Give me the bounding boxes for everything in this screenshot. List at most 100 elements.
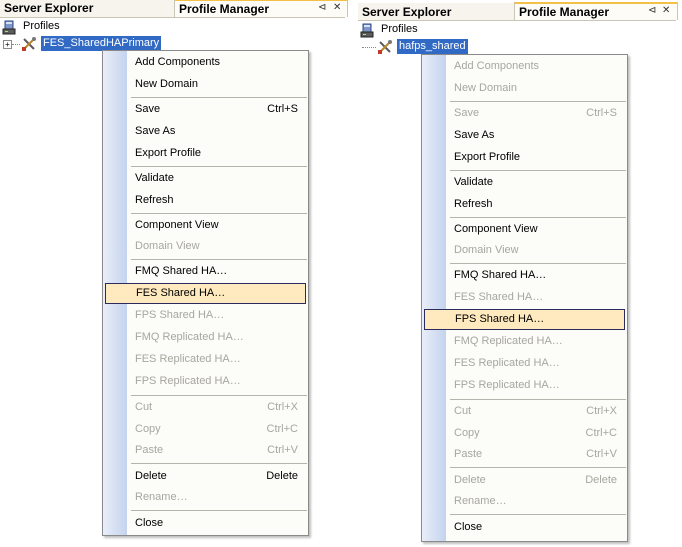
menu-item-label: Save [454,107,480,119]
menu-item-rename: Rename… [423,491,626,511]
menu-item-label: Add Components [135,56,220,68]
menu-separator [450,217,626,218]
menu-separator [450,467,626,468]
menu-shortcut: Ctrl+X [586,405,617,417]
menu-separator [450,399,626,400]
menu-item-component-view[interactable]: Component View [104,215,307,235]
tree-profile-label[interactable]: FES_SharedHAPrimary [41,36,162,51]
tree-root-row[interactable]: Profiles [360,22,560,38]
tree-root-row[interactable]: Profiles [2,19,202,35]
menu-item-label: Save As [454,129,495,141]
menu-item-label: Delete [454,474,486,486]
menu-item-fes-shared-ha[interactable]: FES Shared HA… [105,283,306,304]
menu-item-label: Close [135,517,164,529]
menu-separator [131,259,307,260]
menu-item-label: Domain View [135,240,200,252]
menu-item-refresh[interactable]: Refresh [423,194,626,214]
menu-item-label: New Domain [135,78,198,90]
expand-icon[interactable]: + [3,40,12,49]
menu-item-close[interactable]: Close [423,517,626,537]
menu-shortcut: Ctrl+C [266,423,298,435]
menu-item-validate[interactable]: Validate [104,168,307,188]
menu-item-label: Paste [454,448,483,460]
menu-item-label: Delete [135,470,167,482]
menu-item-label: Save [135,103,161,115]
menu-item-label: FES Replicated HA… [135,353,241,365]
menu-shortcut: Delete [585,474,617,486]
menu-item-label: Rename… [454,495,507,507]
menu-separator [450,101,626,102]
pin-icon[interactable]: ⊲ [318,1,326,15]
tree-profile-row[interactable]: hafps_shared [360,39,560,55]
menu-item-save-as[interactable]: Save As [104,121,307,141]
menu-item-fes-shared-ha: FES Shared HA… [423,287,626,307]
tab-server-explorer[interactable]: Server Explorer [0,0,172,16]
menu-item-fps-shared-ha[interactable]: FPS Shared HA… [424,309,625,330]
context-menu: Add Components New Domain Save Ctrl+S Sav… [102,50,309,536]
menu-separator [131,395,307,396]
menu-item-fes-replicated-ha: FES Replicated HA… [423,353,626,373]
close-icon[interactable]: ✕ [662,4,670,18]
menu-item-label: Copy [135,423,161,435]
menu-separator [131,97,307,98]
menu-item-export-profile[interactable]: Export Profile [104,143,307,163]
tree-root-label: Profiles [381,23,418,35]
menu-item-fmq-shared-ha[interactable]: FMQ Shared HA… [104,261,307,281]
menu-item-label: FPS Replicated HA… [454,379,560,391]
menu-item-export-profile[interactable]: Export Profile [423,147,626,167]
tools-icon [378,40,392,54]
tab-bar: Server Explorer Profile Manager ⊲ ✕ [0,0,348,18]
menu-item-domain-view: Domain View [423,240,626,260]
menu-item-label: Save As [135,125,176,137]
menu-item-label: Validate [454,176,493,188]
menu-item-label: Export Profile [135,147,202,159]
menu-shortcut: Ctrl+S [267,103,298,115]
menu-item-label: Cut [135,401,153,413]
menu-item-new-domain[interactable]: New Domain [104,74,307,94]
menu-item-label: Close [454,521,483,533]
menu-item-add-components[interactable]: Add Components [104,52,307,72]
menu-item-cut: Cut Ctrl+X [423,401,626,421]
menu-item-label: Component View [135,219,219,231]
close-icon[interactable]: ✕ [333,1,341,15]
menu-separator [131,510,307,511]
menu-item-label: FMQ Replicated HA… [454,335,563,347]
menu-shortcut: Delete [266,470,298,482]
menu-item-label: Validate [135,172,174,184]
pin-icon[interactable]: ⊲ [648,4,656,18]
tab-server-explorer[interactable]: Server Explorer [358,4,514,20]
menu-item-label: Add Components [454,60,539,72]
menu-item-label: FMQ Replicated HA… [135,331,244,343]
menu-item-validate[interactable]: Validate [423,172,626,192]
tab-profile-manager-label: Profile Manager [519,5,610,19]
menu-separator [450,263,626,264]
menu-item-label: FES Replicated HA… [454,357,560,369]
menu-item-label: Rename… [135,491,188,503]
menu-item-fmq-replicated-ha: FMQ Replicated HA… [423,331,626,351]
menu-item-label: FPS Replicated HA… [135,375,241,387]
menu-item-delete[interactable]: Delete Delete [104,466,307,486]
tab-bar: Server Explorer Profile Manager ⊲ ✕ [358,2,678,21]
menu-shortcut: Ctrl+V [586,448,617,460]
tree-connector [362,47,376,48]
menu-item-refresh[interactable]: Refresh [104,190,307,210]
menu-separator [131,463,307,464]
menu-item-label: Cut [454,405,472,417]
menu-item-label: FMQ Shared HA… [454,269,547,281]
menu-item-label: New Domain [454,82,517,94]
menu-item-save: Save Ctrl+S [423,103,626,123]
menu-item-save-as[interactable]: Save As [423,125,626,145]
tree-root-label: Profiles [23,20,60,32]
menu-item-fps-replicated-ha: FPS Replicated HA… [104,371,307,391]
database-icon [2,20,16,35]
menu-item-component-view[interactable]: Component View [423,219,626,239]
database-icon [360,23,374,38]
menu-item-label: Paste [135,444,164,456]
menu-item-label: Domain View [454,244,519,256]
menu-item-save[interactable]: Save Ctrl+S [104,99,307,119]
menu-item-new-domain: New Domain [423,78,626,98]
menu-item-paste: Paste Ctrl+V [104,440,307,460]
menu-item-fmq-shared-ha[interactable]: FMQ Shared HA… [423,265,626,285]
menu-item-close[interactable]: Close [104,513,307,533]
tree-profile-label[interactable]: hafps_shared [397,39,468,54]
